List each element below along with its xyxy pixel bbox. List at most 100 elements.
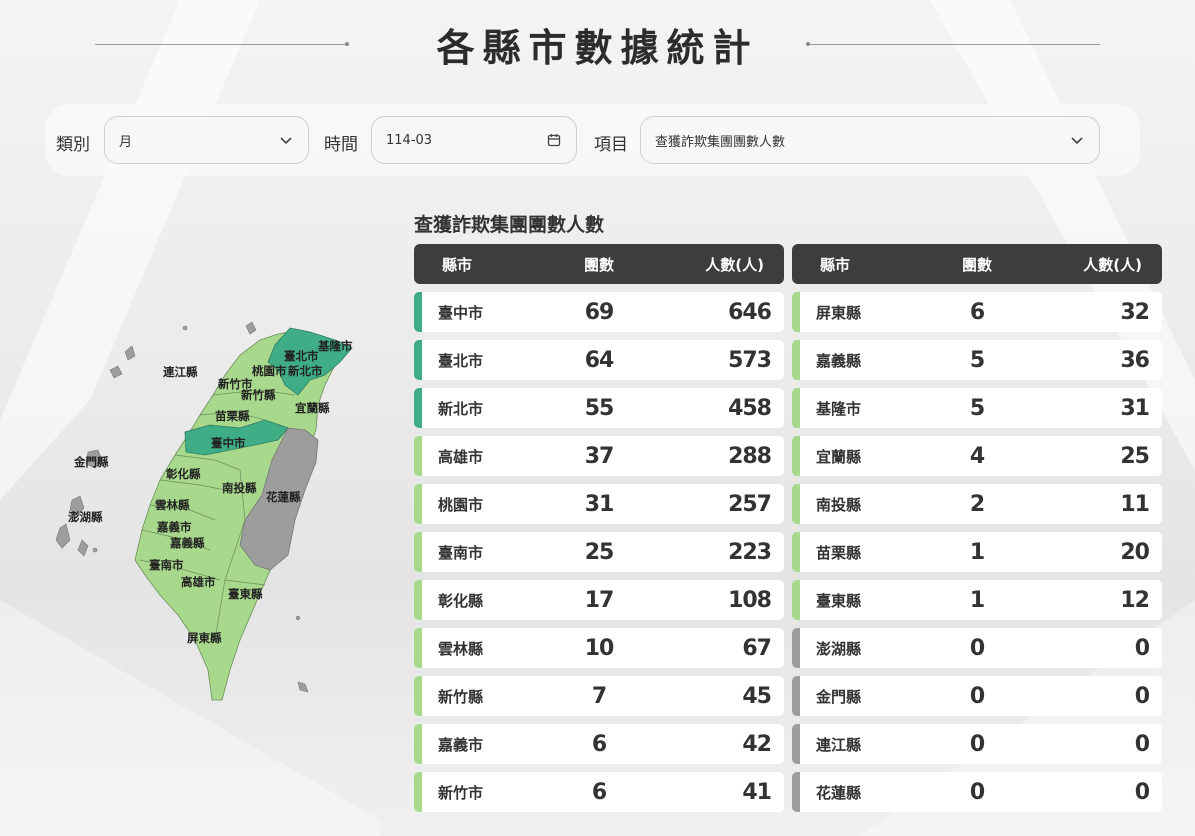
- map-label-yunlin: 雲林縣: [155, 498, 190, 512]
- row-groups: 17: [584, 587, 615, 613]
- row-groups: 0: [969, 731, 985, 757]
- table-body: 屏東縣 6 32 嘉義縣 5 36 基隆市 5 31 宜蘭縣 4 25 南投縣 2 11 苗栗縣 1 20 臺東縣 1…: [792, 292, 1162, 812]
- table-row[interactable]: 臺中市 69 646: [414, 292, 784, 332]
- table-row[interactable]: 高雄市 37 288: [414, 436, 784, 476]
- row-people: 458: [728, 395, 772, 421]
- row-groups: 4: [969, 443, 985, 469]
- row-people: 42: [742, 731, 772, 757]
- table-row[interactable]: 基隆市 5 31: [792, 388, 1162, 428]
- header-county: 縣市: [442, 255, 473, 274]
- table-row[interactable]: 金門縣 0 0: [792, 676, 1162, 716]
- row-groups: 55: [584, 395, 615, 421]
- map-label-newtaipei: 新北市: [288, 364, 323, 378]
- table-row[interactable]: 臺南市 25 223: [414, 532, 784, 572]
- table-row[interactable]: 苗栗縣 1 20: [792, 532, 1162, 572]
- header-groups: 團數: [961, 255, 992, 274]
- row-people: 646: [728, 299, 772, 325]
- row-people: 32: [1120, 299, 1150, 325]
- row-people: 20: [1120, 539, 1150, 565]
- row-county: 臺中市: [438, 303, 484, 322]
- table-row[interactable]: 屏東縣 6 32: [792, 292, 1162, 332]
- row-groups: 0: [969, 779, 985, 805]
- table-row[interactable]: 新竹市 6 41: [414, 772, 784, 812]
- stats-table-left: 縣市 團數 人數(人) 臺中市 69 646 臺北市 64 573 新北市 55 458 高雄市 3…: [414, 244, 784, 812]
- time-date-picker[interactable]: 114-03: [371, 116, 577, 164]
- row-people: 25: [1120, 443, 1150, 469]
- row-county: 苗栗縣: [816, 543, 862, 562]
- row-county: 彰化縣: [438, 591, 484, 610]
- row-people: 288: [728, 443, 772, 469]
- map-label-nantou: 南投縣: [222, 481, 257, 495]
- map-label-pingtung: 屏東縣: [187, 631, 222, 645]
- row-people: 41: [742, 779, 772, 805]
- row-groups: 31: [584, 491, 615, 517]
- row-people: 36: [1120, 347, 1150, 373]
- row-people: 45: [742, 683, 772, 709]
- row-people: 223: [728, 539, 772, 565]
- table-row[interactable]: 新北市 55 458: [414, 388, 784, 428]
- item-value: 查獲詐欺集團團數人數: [655, 134, 786, 150]
- row-groups: 25: [584, 539, 615, 565]
- row-county: 雲林縣: [438, 639, 484, 658]
- row-groups: 1: [969, 587, 985, 613]
- map-label-keelung: 基隆市: [318, 339, 353, 353]
- chevron-down-icon: [1071, 137, 1083, 145]
- table-row[interactable]: 嘉義縣 5 36: [792, 340, 1162, 380]
- map-label-hsinchu-county: 新竹縣: [241, 388, 276, 402]
- row-people: 108: [728, 587, 772, 613]
- row-people: 0: [1134, 683, 1150, 709]
- row-people: 12: [1120, 587, 1150, 613]
- table-row[interactable]: 澎湖縣 0 0: [792, 628, 1162, 668]
- table-row[interactable]: 臺北市 64 573: [414, 340, 784, 380]
- table-row[interactable]: 新竹縣 7 45: [414, 676, 784, 716]
- table-body: 臺中市 69 646 臺北市 64 573 新北市 55 458 高雄市 37 288 桃園市 31 257…: [414, 292, 784, 812]
- row-groups: 6: [591, 731, 607, 757]
- table-row[interactable]: 臺東縣 1 12: [792, 580, 1162, 620]
- table-row[interactable]: 連江縣 0 0: [792, 724, 1162, 764]
- row-groups: 37: [584, 443, 615, 469]
- row-people: 0: [1134, 731, 1150, 757]
- row-county: 宜蘭縣: [816, 447, 862, 466]
- row-groups: 69: [584, 299, 615, 325]
- map-labels: 基隆市 臺北市 新北市 連江縣 新竹市 桃園市 新竹縣 苗栗縣 宜蘭縣 臺中市 …: [0, 0, 400, 836]
- row-people: 0: [1134, 635, 1150, 661]
- row-people: 0: [1134, 779, 1150, 805]
- row-county: 嘉義縣: [816, 351, 862, 370]
- table-row[interactable]: 宜蘭縣 4 25: [792, 436, 1162, 476]
- row-county: 花蓮縣: [816, 783, 862, 802]
- map-label-kinmen: 金門縣: [74, 455, 109, 469]
- table-row[interactable]: 桃園市 31 257: [414, 484, 784, 524]
- row-groups: 1: [969, 539, 985, 565]
- map-label-taitung: 臺東縣: [228, 587, 263, 601]
- row-people: 573: [728, 347, 772, 373]
- row-groups: 10: [584, 635, 615, 661]
- map-label-chiayi-city: 嘉義市: [157, 520, 192, 534]
- row-groups: 0: [969, 635, 985, 661]
- row-county: 臺北市: [438, 351, 484, 370]
- map-label-chiayi-county: 嘉義縣: [170, 536, 205, 550]
- header-people: 人數(人): [1083, 255, 1142, 274]
- row-groups: 5: [969, 347, 985, 373]
- item-label: 項目: [594, 135, 628, 155]
- row-groups: 6: [591, 779, 607, 805]
- header-groups: 團數: [583, 255, 614, 274]
- row-county: 高雄市: [438, 447, 484, 466]
- map-label-tainan: 臺南市: [149, 558, 184, 572]
- table-row[interactable]: 嘉義市 6 42: [414, 724, 784, 764]
- map-label-taoyuan: 桃園市: [252, 364, 287, 378]
- time-value: 114-03: [386, 132, 433, 148]
- row-people: 257: [728, 491, 772, 517]
- table-row[interactable]: 雲林縣 10 67: [414, 628, 784, 668]
- row-people: 11: [1120, 491, 1150, 517]
- row-county: 新北市: [438, 399, 484, 418]
- table-row[interactable]: 花蓮縣 0 0: [792, 772, 1162, 812]
- map-label-taipei: 臺北市: [284, 349, 319, 363]
- table-row[interactable]: 彰化縣 17 108: [414, 580, 784, 620]
- item-select[interactable]: 查獲詐欺集團團數人數: [640, 116, 1100, 164]
- row-groups: 6: [969, 299, 985, 325]
- map-label-lienchiang: 連江縣: [163, 365, 198, 379]
- map-label-taichung: 臺中市: [211, 436, 246, 450]
- table-header: 縣市 團數 人數(人): [792, 244, 1162, 284]
- table-row[interactable]: 南投縣 2 11: [792, 484, 1162, 524]
- row-county: 臺東縣: [816, 591, 862, 610]
